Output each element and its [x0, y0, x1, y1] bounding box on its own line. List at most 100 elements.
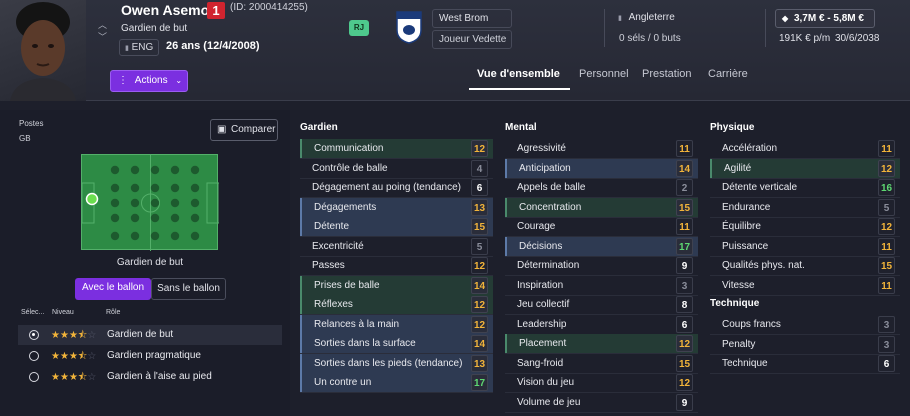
tab-personal[interactable]: Personnel	[579, 68, 629, 80]
attribute-row[interactable]: Relances à la main 12	[300, 314, 493, 334]
contract-end: 30/6/2038	[834, 33, 880, 44]
divider	[765, 9, 766, 47]
club-crest-icon[interactable]	[395, 10, 423, 44]
tab-career[interactable]: Carrière	[708, 68, 748, 80]
attribute-row[interactable]: Accélération 11	[710, 139, 900, 158]
attribute-row[interactable]: Placement 12	[505, 334, 698, 353]
column-select-header[interactable]: Sélec...	[21, 309, 44, 316]
attribute-row[interactable]: Un contre un 17	[300, 373, 493, 392]
club-name-link[interactable]: West Brom	[432, 9, 512, 28]
attribute-name: Excentricité	[312, 240, 364, 252]
column-role-header[interactable]: Rôle	[106, 309, 120, 316]
pitch-position-dot	[150, 231, 160, 241]
without-ball-button[interactable]: Sans le ballon	[151, 278, 226, 300]
attribute-row[interactable]: Équilibre 12	[710, 217, 900, 236]
attribute-row[interactable]: Dégagement au poing (tendance) 6	[300, 178, 493, 197]
role-row[interactable]: ★★★⯪☆ Gardien à l'aise au pied	[18, 367, 282, 387]
with-ball-button[interactable]: Avec le ballon	[75, 278, 151, 300]
attribute-row[interactable]: Technique 6	[710, 354, 900, 373]
attribute-row[interactable]: Communication 12	[300, 139, 493, 158]
attribute-row[interactable]: Coups francs 3	[710, 315, 900, 334]
tab-performance[interactable]: Prestation	[642, 68, 692, 80]
attribute-row[interactable]: Penalty 3	[710, 335, 900, 354]
role-radio[interactable]	[29, 372, 39, 382]
attribute-row[interactable]: Prises de balle 14	[300, 275, 493, 295]
country-name: Angleterre	[628, 12, 675, 23]
transfer-value-badge: ◆ 3,7M € - 5,8M €	[775, 9, 875, 28]
attribute-row[interactable]: Détente verticale 16	[710, 178, 900, 197]
attribute-name: Penalty	[722, 338, 756, 350]
international-country[interactable]: ▮ Angleterre	[618, 12, 675, 23]
attribute-row[interactable]: Sorties dans les pieds (tendance) 13	[300, 353, 493, 373]
attribute-row[interactable]: Sang-froid 15	[505, 354, 698, 373]
chevron-down-icon: ⌄	[175, 76, 183, 85]
attribute-row[interactable]: Dégagements 13	[300, 197, 493, 217]
pitch-position-dot	[190, 165, 200, 175]
attribute-row[interactable]: Détermination 9	[505, 256, 698, 275]
attribute-name: Accélération	[722, 143, 778, 154]
attribute-row[interactable]: Vitesse 11	[710, 276, 900, 295]
attribute-value: 11	[676, 140, 693, 157]
pitch-position-dot	[130, 198, 140, 208]
attribute-row[interactable]: Excentricité 5	[300, 237, 493, 256]
attribute-row[interactable]: Puissance 11	[710, 237, 900, 256]
attribute-row[interactable]: Qualités phys. nat. 15	[710, 256, 900, 275]
star-full-icon: ★	[68, 372, 78, 383]
star-half-icon: ⯪	[77, 330, 88, 341]
pitch-position-dot	[170, 213, 180, 223]
attribute-row[interactable]: Endurance 5	[710, 198, 900, 217]
attribute-value: 5	[471, 237, 488, 255]
attribute-row[interactable]: Concentration 15	[505, 197, 698, 217]
attribute-row[interactable]: Agressivité 11	[505, 139, 698, 158]
pitch-position-dot	[190, 183, 200, 193]
transfer-value: 3,7M € - 5,8M €	[793, 13, 864, 24]
compare-button[interactable]: ▣ Comparer	[210, 119, 278, 141]
attribute-row[interactable]: Décisions 17	[505, 236, 698, 256]
attribute-name: Agilité	[724, 162, 752, 174]
attribute-value: 13	[471, 198, 488, 216]
attribute-row[interactable]: Contrôle de balle 4	[300, 159, 493, 178]
attribute-row[interactable]: Anticipation 14	[505, 158, 698, 178]
pitch-position-dot	[150, 183, 160, 193]
attribute-name: Anticipation	[519, 162, 571, 174]
attribute-value: 17	[676, 237, 693, 255]
actions-button[interactable]: ⋮ Actions ⌄	[110, 70, 188, 92]
role-row[interactable]: ★★★⯪☆ Gardien pragmatique	[18, 346, 282, 366]
attribute-value: 12	[878, 218, 895, 235]
attribute-row[interactable]: Agilité 12	[710, 158, 900, 178]
star-full-icon: ★	[51, 372, 60, 383]
attribute-value: 12	[676, 335, 693, 352]
role-row[interactable]: ★★★⯪☆ Gardien de but	[18, 325, 282, 345]
pitch-position-dot	[190, 198, 200, 208]
pitch-position-dot	[170, 183, 180, 193]
attribute-row[interactable]: Vision du jeu 12	[505, 373, 698, 392]
attribute-value: 6	[676, 315, 693, 333]
attribute-value: 12	[471, 257, 488, 274]
position-pitch	[81, 154, 220, 251]
attribute-row[interactable]: Leadership 6	[505, 315, 698, 334]
role-radio[interactable]	[29, 351, 39, 361]
role-name: Gardien pragmatique	[107, 350, 201, 361]
attribute-row[interactable]: Passes 12	[300, 256, 493, 275]
row-divider	[710, 373, 900, 374]
attribute-name: Détermination	[517, 260, 580, 271]
attribute-row[interactable]: Détente 15	[300, 217, 493, 236]
flag-icon: ▮	[618, 15, 622, 22]
attribute-name: Passes	[312, 260, 345, 271]
attribute-name: Placement	[519, 338, 567, 349]
attribute-value: 14	[676, 159, 693, 177]
attribute-row[interactable]: Volume de jeu 9	[505, 393, 698, 412]
attribute-value: 2	[676, 179, 693, 196]
attribute-row[interactable]: Courage 11	[505, 217, 698, 236]
attribute-row[interactable]: Jeu collectif 8	[505, 295, 698, 314]
attribute-name: Communication	[314, 143, 384, 154]
attribute-row[interactable]: Appels de balle 2	[505, 178, 698, 197]
chevron-down-icon[interactable]: ﹀	[98, 30, 107, 43]
attribute-row[interactable]: Sorties dans la surface 14	[300, 334, 493, 353]
attribute-row[interactable]: Réflexes 12	[300, 295, 493, 314]
attribute-row[interactable]: Inspiration 3	[505, 276, 698, 295]
attribute-value: 11	[878, 237, 895, 255]
column-level-header[interactable]: Niveau	[52, 309, 74, 316]
tab-overview[interactable]: Vue d'ensemble	[477, 68, 560, 80]
role-radio[interactable]	[29, 330, 39, 340]
